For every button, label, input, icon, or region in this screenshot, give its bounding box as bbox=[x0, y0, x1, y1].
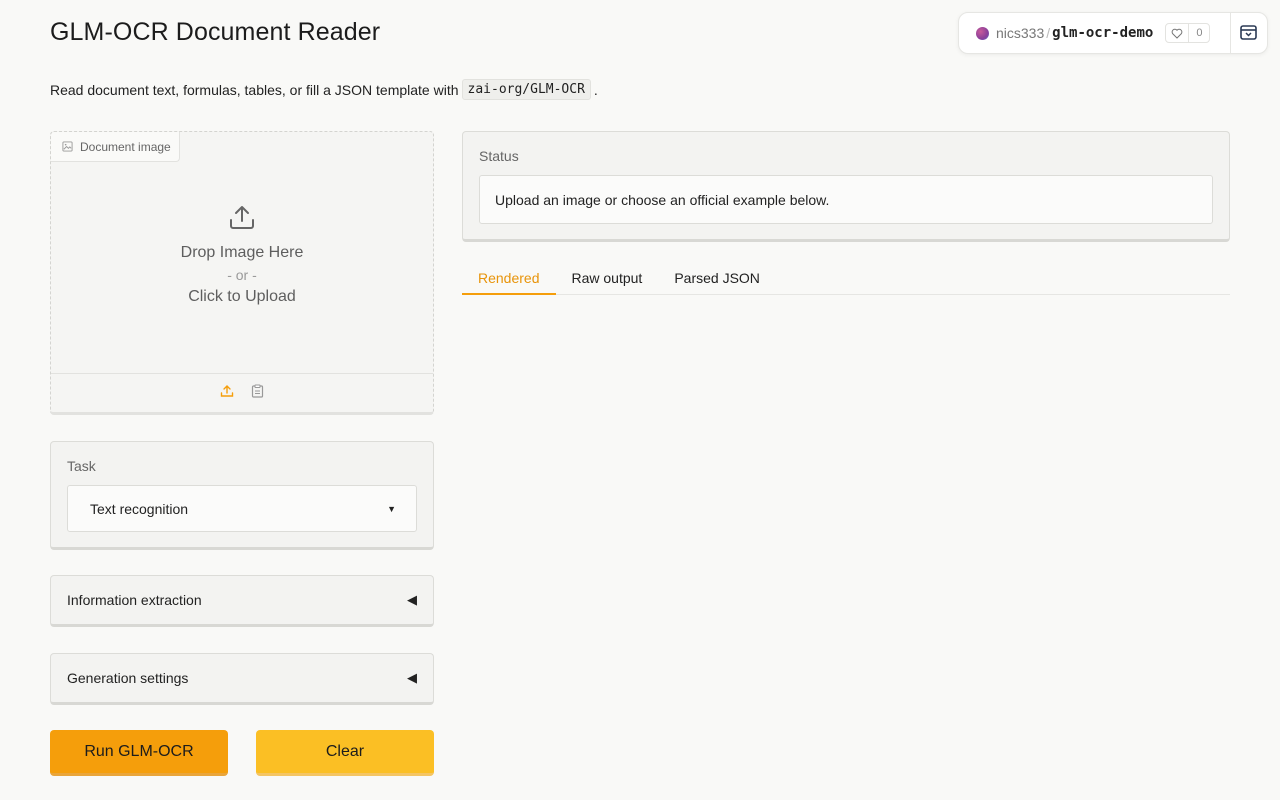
status-message-box: Upload an image or choose an official ex… bbox=[479, 175, 1213, 224]
drop-image-text: Drop Image Here bbox=[180, 244, 304, 261]
run-glm-ocr-button[interactable]: Run GLM-OCR bbox=[50, 730, 228, 776]
output-tabs: Rendered Raw output Parsed JSON bbox=[462, 262, 1230, 295]
tab-rendered[interactable]: Rendered bbox=[462, 262, 556, 295]
space-badge: nics333 / glm-ocr-demo 0 bbox=[958, 12, 1268, 54]
image-icon bbox=[62, 141, 73, 152]
subtitle-period: . bbox=[593, 81, 598, 98]
task-dropdown[interactable]: Text recognition ▼ bbox=[67, 485, 417, 532]
status-panel: Status Upload an image or choose an offi… bbox=[462, 131, 1230, 242]
badge-divider bbox=[1230, 13, 1231, 53]
space-owner[interactable]: nics333 bbox=[996, 25, 1044, 41]
image-upload-dropzone[interactable]: Document image Drop Image Here - or - Cl… bbox=[50, 131, 434, 415]
collapse-arrow-icon: ◀ bbox=[407, 592, 417, 607]
subtitle-text: Read document text, formulas, tables, or… bbox=[50, 81, 459, 98]
like-button[interactable]: 0 bbox=[1165, 23, 1211, 43]
accordion-title: Generation settings bbox=[67, 670, 189, 686]
upload-source-icon[interactable] bbox=[220, 384, 234, 403]
upload-source-bar bbox=[51, 373, 433, 413]
task-panel: Task Text recognition ▼ bbox=[50, 441, 434, 550]
like-count: 0 bbox=[1196, 27, 1203, 39]
upload-label: Document image bbox=[51, 132, 180, 162]
generation-settings-accordion[interactable]: Generation settings ◀ bbox=[50, 653, 434, 705]
status-label: Status bbox=[479, 148, 519, 164]
upload-prompt[interactable]: Drop Image Here - or - Click to Upload bbox=[51, 204, 433, 306]
upload-label-text: Document image bbox=[80, 139, 171, 154]
heart-icon bbox=[1166, 24, 1190, 42]
page-subtitle: Read document text, formulas, tables, or… bbox=[50, 79, 598, 100]
status-message: Upload an image or choose an official ex… bbox=[495, 191, 830, 208]
model-name-code: zai-org/GLM-OCR bbox=[461, 79, 591, 100]
space-menu-icon[interactable] bbox=[1240, 25, 1257, 45]
or-text: - or - bbox=[227, 267, 257, 283]
tab-parsed-json[interactable]: Parsed JSON bbox=[658, 262, 776, 294]
clipboard-icon[interactable] bbox=[251, 384, 264, 403]
page-title: GLM-OCR Document Reader bbox=[50, 18, 381, 46]
tab-raw-output[interactable]: Raw output bbox=[556, 262, 659, 294]
task-selected-value: Text recognition bbox=[90, 500, 189, 517]
collapse-arrow-icon: ◀ bbox=[407, 670, 417, 685]
accordion-title: Information extraction bbox=[67, 592, 202, 608]
clear-button[interactable]: Clear bbox=[256, 730, 434, 776]
upload-icon bbox=[229, 204, 255, 235]
space-name[interactable]: glm-ocr-demo bbox=[1052, 25, 1153, 41]
dropdown-caret-icon: ▼ bbox=[387, 503, 396, 514]
space-separator: / bbox=[1046, 25, 1051, 41]
task-label: Task bbox=[67, 458, 96, 474]
information-extraction-accordion[interactable]: Information extraction ◀ bbox=[50, 575, 434, 627]
owner-avatar bbox=[976, 26, 989, 40]
click-to-upload-text: Click to Upload bbox=[188, 288, 296, 305]
